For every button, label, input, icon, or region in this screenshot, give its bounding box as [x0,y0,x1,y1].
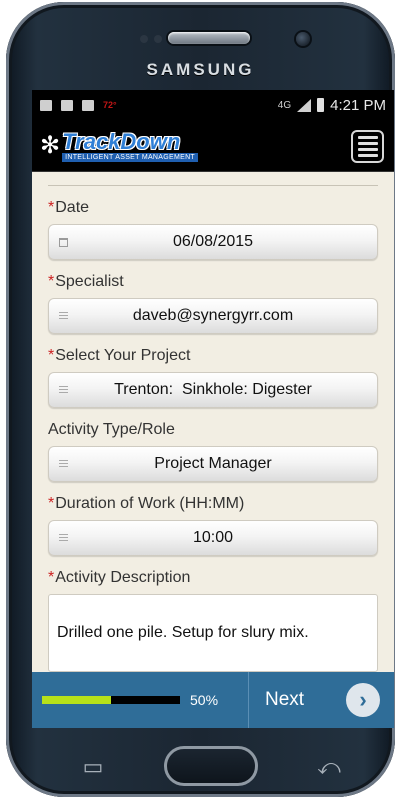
project-label: *Select Your Project [48,347,191,364]
list-icon [59,312,68,319]
menu-icon-line [357,154,378,157]
mail-icon [61,99,73,111]
menu-icon-line [357,148,378,151]
specialist-value: daveb@synergyrr.com [132,307,294,324]
description-textarea[interactable]: Drilled one pile. Setup for slury mix. [48,594,378,672]
duration-value: 10:00 [192,529,234,546]
recents-key-icon[interactable]: ⤺ [314,756,344,778]
activity-type-label: Activity Type/Role [48,421,175,438]
home-button[interactable] [164,746,258,786]
gear-logo-icon: ✻ [40,132,61,159]
list-icon [59,534,68,541]
status-system: 4G 4:21 PM [278,97,386,114]
clock: 4:21 PM [330,96,386,114]
app-logo: ✻ TrackDown INTELLIGENT ASSET MANAGEMENT [40,128,199,163]
logo-title: TrackDown [62,128,181,154]
duration-field[interactable]: 10:00 [48,520,378,556]
signal-icon [297,98,312,112]
chevron-right-icon: › [346,683,380,717]
sensor-dot [154,35,162,43]
activity-type-select[interactable]: Project Manager [48,446,378,482]
screen: 72° 4G 4:21 PM ✻ TrackDown INTELLIGENT A… [32,90,394,728]
temperature-text: 72° [103,100,117,110]
progress-section: 50% [32,672,249,728]
date-field[interactable]: 06/08/2015 [48,224,378,260]
app-header: ✻ TrackDown INTELLIGENT ASSET MANAGEMENT [32,120,394,172]
earpiece-speaker [168,32,250,44]
screenshot-icon [82,99,94,111]
list-icon [59,386,68,393]
next-button[interactable]: Next › [249,672,394,728]
description-label: *Activity Description [48,569,191,586]
sensor-dot [140,35,148,43]
progress-fill [42,696,111,704]
phone-top: SAMSUNG [6,2,395,92]
list-icon [59,460,68,467]
footer-bar: 50% Next › [32,672,394,728]
logo-tagline: INTELLIGENT ASSET MANAGEMENT [62,152,199,162]
next-label: Next [265,689,305,710]
progress-text: 50% [190,692,219,708]
specialist-label: *Specialist [48,273,124,290]
progress-bar [42,696,180,704]
date-value: 06/08/2015 [172,233,254,250]
phone-frame: SAMSUNG 72° 4G 4:21 PM ✻ TrackDown INTEL… [6,2,395,797]
project-select[interactable]: Trenton: Sinkhole: Digester [48,372,378,408]
specialist-select[interactable]: daveb@synergyrr.com [48,298,378,334]
device-brand: SAMSUNG [146,60,255,79]
back-key-icon[interactable]: ▭ [76,756,110,778]
status-bar: 72° 4G 4:21 PM [32,90,394,120]
duration-label: *Duration of Work (HH:MM) [48,495,245,512]
front-camera [296,32,310,46]
battery-icon [317,98,325,112]
calendar-icon [59,238,68,247]
notification-icon [40,99,52,111]
divider [48,185,378,186]
menu-icon-line [357,136,378,139]
menu-button[interactable] [351,130,384,163]
form-content: *Date 06/08/2015 *Specialist daveb@syner… [32,173,394,673]
status-notifications: 72° [40,99,117,111]
network-type: 4G [277,99,292,111]
description-value: Drilled one pile. Setup for slury mix. [57,624,309,641]
project-value: Trenton: Sinkhole: Digester [114,381,312,398]
menu-icon-line [357,142,378,145]
activity-type-value: Project Manager [154,455,272,472]
date-label: *Date [48,199,90,216]
